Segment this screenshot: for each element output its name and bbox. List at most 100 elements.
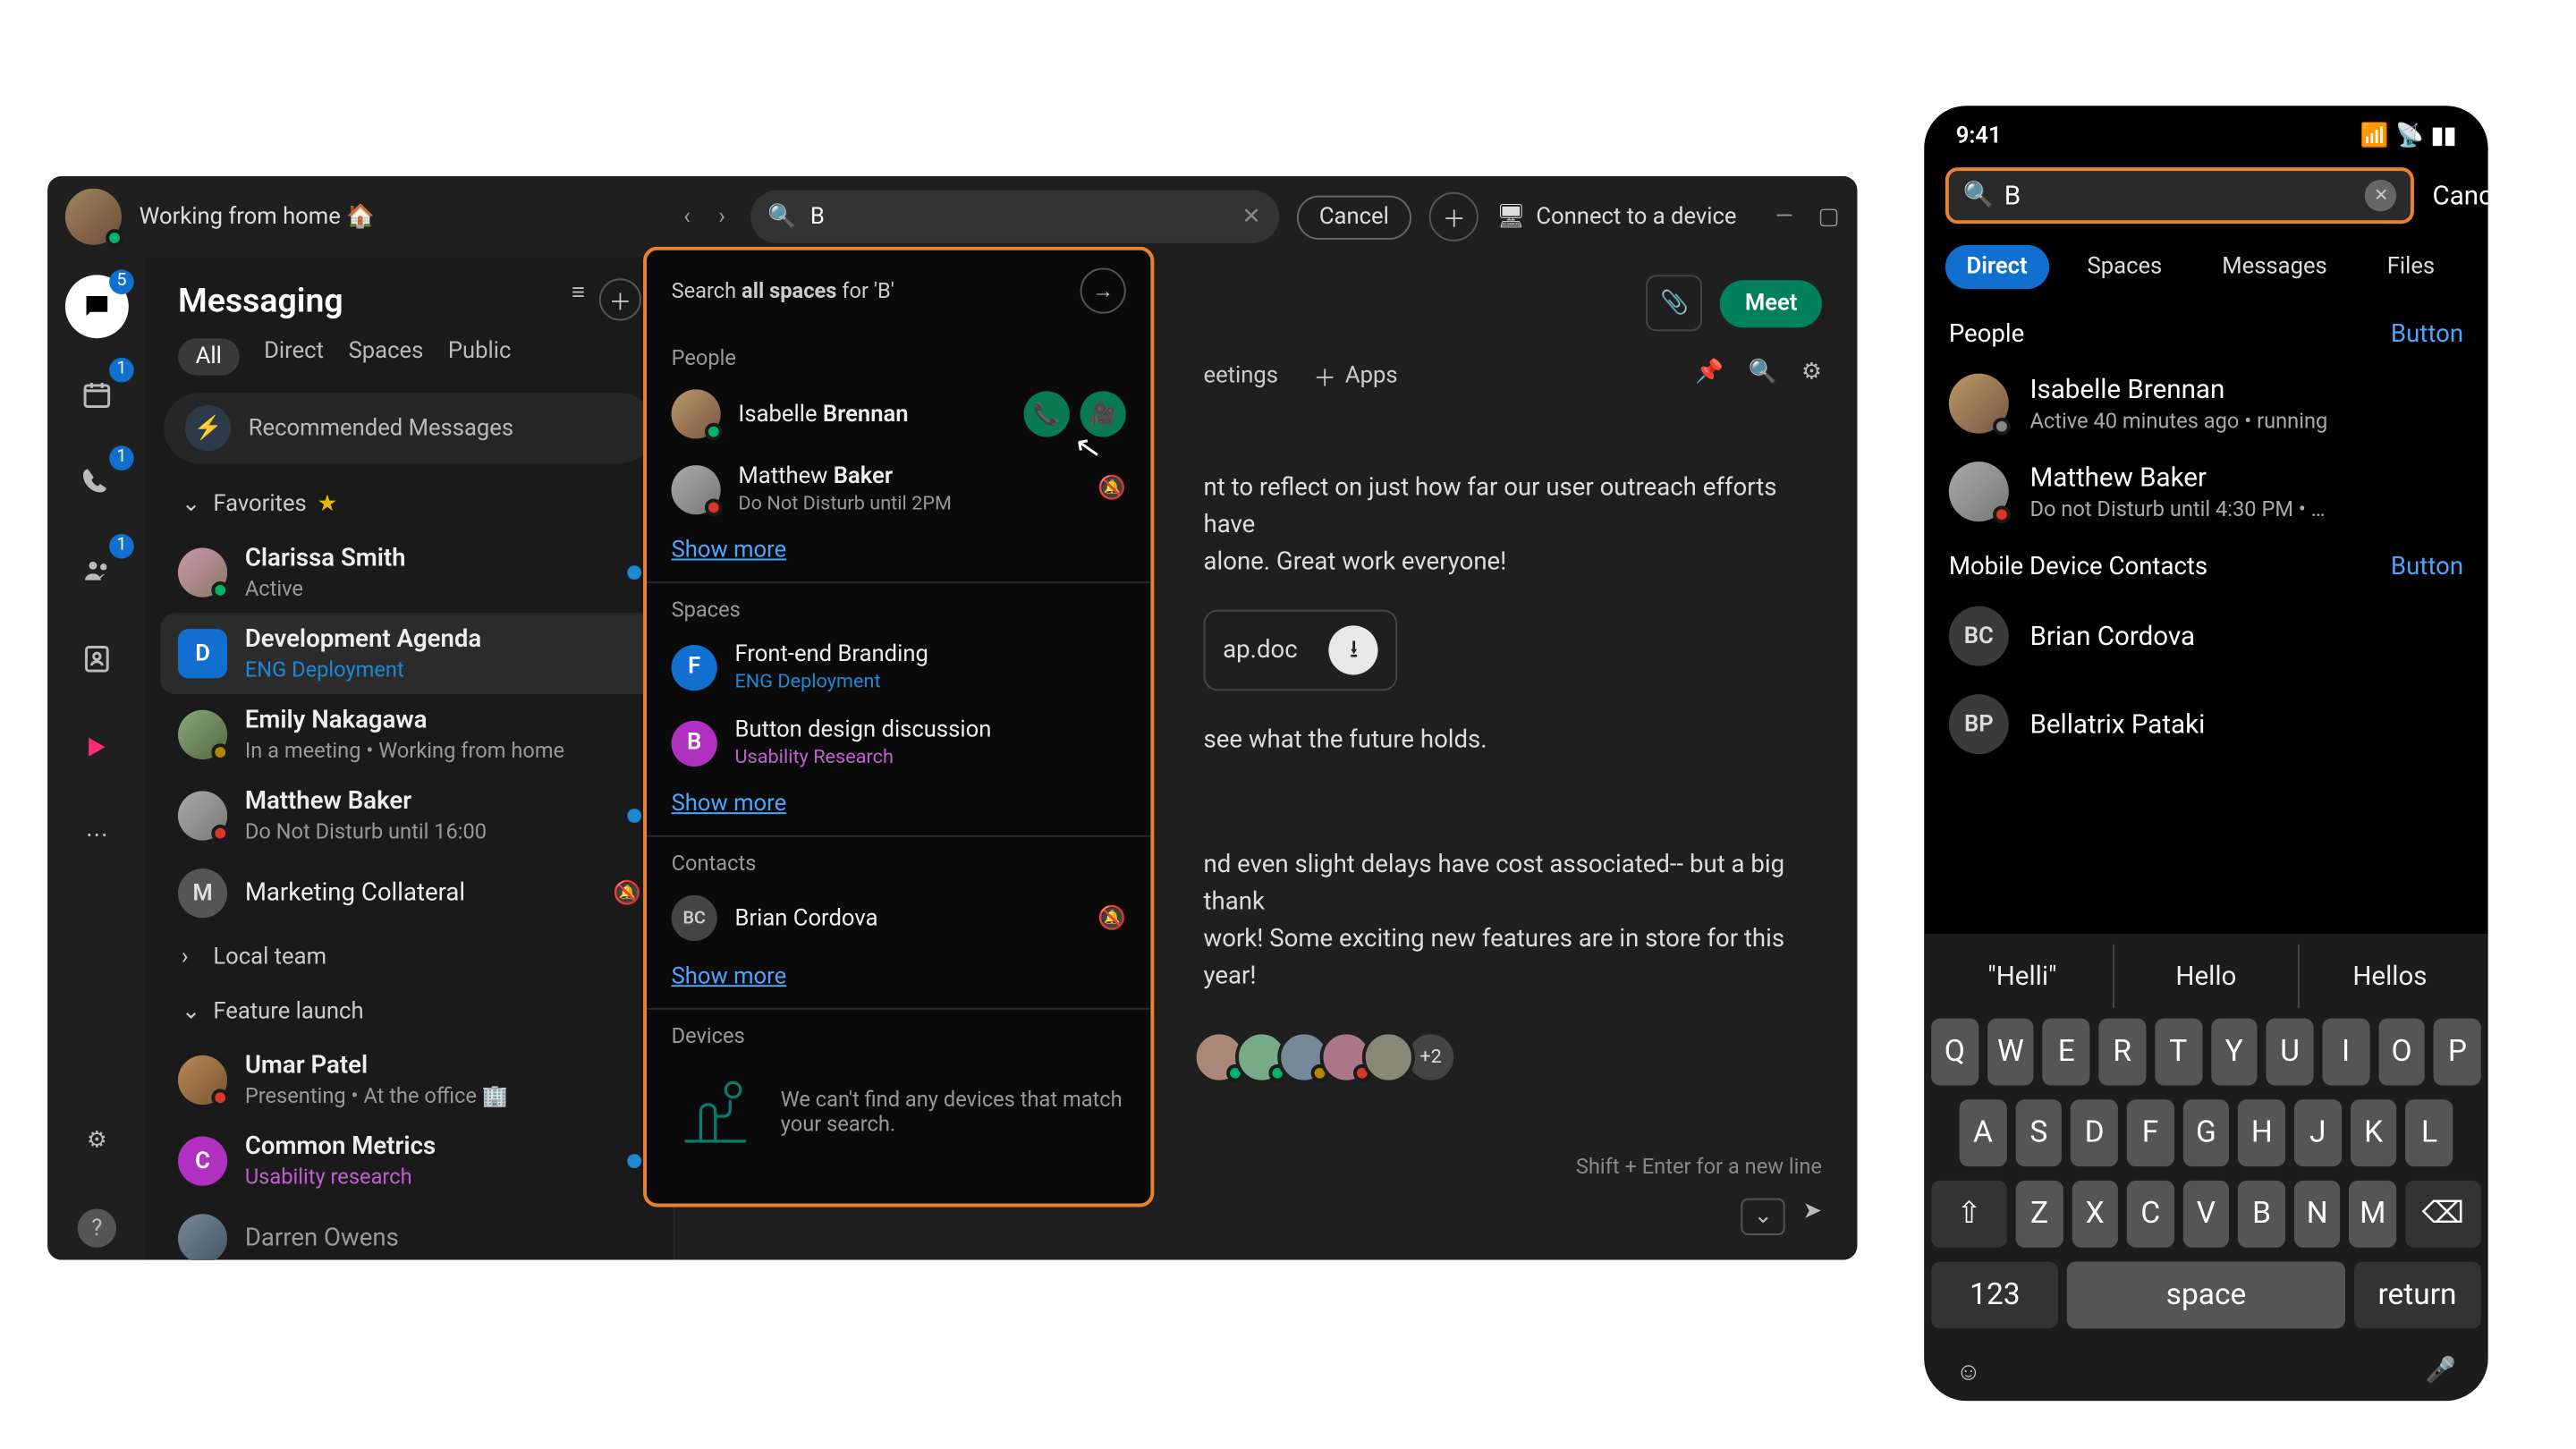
mobile-result[interactable]: Matthew BakerDo not Disturb until 4:30 P…	[1924, 447, 2487, 536]
mobile-result[interactable]: Isabelle BrennanActive 40 minutes ago • …	[1924, 360, 2487, 448]
recommended-messages[interactable]: ⚡ Recommended Messages	[164, 393, 656, 463]
key-k[interactable]: K	[2350, 1099, 2397, 1166]
key-a[interactable]: A	[1960, 1099, 2007, 1166]
list-item[interactable]: Emily NakagawaIn a meeting • Working fro…	[160, 694, 659, 775]
key-v[interactable]: V	[2182, 1181, 2229, 1248]
key-o[interactable]: O	[2378, 1019, 2426, 1086]
rail-settings[interactable]: ⚙	[65, 1108, 129, 1172]
file-attachment[interactable]: ap.doc ⭳	[1204, 610, 1398, 691]
rail-calls[interactable]: 1	[65, 451, 129, 514]
nav-forward-icon[interactable]: ›	[711, 197, 732, 237]
compose-button[interactable]: ＋	[599, 278, 641, 320]
kb-sugg-item[interactable]: Hellos	[2299, 945, 2481, 1008]
m-section-button[interactable]: Button	[2391, 554, 2463, 582]
attach-button[interactable]: 📎	[1647, 275, 1703, 331]
key-b[interactable]: B	[2238, 1181, 2284, 1248]
tab-meetings[interactable]: eetings	[1204, 360, 1279, 393]
mtab-spaces[interactable]: Spaces	[2066, 245, 2183, 289]
list-item[interactable]: C Common MetricsUsability research	[160, 1121, 659, 1202]
rail-messaging[interactable]: 5	[65, 275, 129, 338]
key-j[interactable]: J	[2294, 1099, 2342, 1166]
key-g[interactable]: G	[2182, 1099, 2230, 1166]
rail-help[interactable]: ?	[65, 1197, 129, 1260]
emoji-icon[interactable]: ☺	[1956, 1357, 1981, 1386]
tab-public[interactable]: Public	[448, 338, 512, 375]
key-r[interactable]: R	[2098, 1019, 2146, 1086]
key-x[interactable]: X	[2072, 1181, 2118, 1248]
mtab-files[interactable]: Files	[2366, 245, 2456, 289]
key-l[interactable]: L	[2406, 1099, 2453, 1166]
list-item[interactable]: Clarissa SmithActive	[160, 532, 659, 614]
key-n[interactable]: N	[2294, 1181, 2341, 1248]
search-input-container[interactable]: 🔍 ✕	[750, 191, 1279, 243]
search-result-person[interactable]: Matthew BakerDo Not Disturb until 2PM 🔕	[647, 451, 1150, 527]
key-y[interactable]: Y	[2210, 1019, 2258, 1086]
audio-call-icon[interactable]: 📞	[1024, 391, 1070, 436]
key-return[interactable]: return	[2353, 1262, 2481, 1329]
section-local[interactable]: ›Local team	[160, 930, 659, 985]
key-p[interactable]: P	[2434, 1019, 2481, 1086]
rail-app[interactable]	[65, 716, 129, 779]
show-more-link[interactable]: Show more	[647, 781, 1150, 835]
list-item[interactable]: D Development AgendaENG Deployment	[160, 614, 659, 695]
mtab-messages[interactable]: Messages	[2201, 245, 2349, 289]
show-more-link[interactable]: Show more	[647, 953, 1150, 1008]
key-u[interactable]: U	[2267, 1019, 2314, 1086]
search-result-space[interactable]: B Button design discussionUsability Rese…	[647, 705, 1150, 781]
clear-icon[interactable]: ✕	[2366, 180, 2397, 211]
download-icon[interactable]: ⭳	[1329, 625, 1378, 674]
user-avatar[interactable]	[65, 189, 122, 245]
nav-back-icon[interactable]: ‹	[676, 197, 697, 237]
mtab-direct[interactable]: Direct	[1945, 245, 2048, 289]
tab-apps[interactable]: ＋ Apps	[1313, 360, 1397, 393]
expand-icon[interactable]: ⌄	[1741, 1199, 1785, 1235]
key-q[interactable]: Q	[1931, 1019, 1979, 1086]
key-t[interactable]: T	[2155, 1019, 2202, 1086]
key-h[interactable]: H	[2239, 1099, 2286, 1166]
rail-more[interactable]: ⋯	[65, 803, 129, 867]
search-input[interactable]	[810, 204, 1228, 231]
clear-search-icon[interactable]: ✕	[1241, 204, 1260, 231]
list-item[interactable]: M Marketing Collateral 🔕	[160, 856, 659, 930]
key-w[interactable]: W	[1987, 1019, 2035, 1086]
section-feature[interactable]: ⌄Feature launch	[160, 985, 659, 1039]
key-m[interactable]: M	[2350, 1181, 2396, 1248]
kb-sugg-item[interactable]: "Helli"	[1931, 945, 2115, 1008]
search-result-space[interactable]: F Front-end BrandingENG Deployment	[647, 629, 1150, 705]
meet-button[interactable]: Meet	[1720, 279, 1822, 326]
search-result-contact[interactable]: BC Brian Cordova 🔕	[647, 883, 1150, 953]
key-shift[interactable]: ⇧	[1931, 1181, 2007, 1248]
settings-icon[interactable]: ⚙	[1801, 360, 1822, 386]
mobile-search-container[interactable]: 🔍 ✕	[1945, 167, 2415, 224]
kb-sugg-item[interactable]: Hello	[2115, 945, 2300, 1008]
send-icon[interactable]: ➤	[1802, 1199, 1821, 1235]
add-button[interactable]: ＋	[1429, 192, 1479, 242]
mobile-result[interactable]: BC Brian Cordova	[1924, 592, 2487, 681]
search-in-space-icon[interactable]: 🔍	[1749, 360, 1777, 386]
connect-device[interactable]: 🖥 Connect to a device	[1496, 204, 1737, 231]
rail-teams[interactable]: 1	[65, 539, 129, 603]
rail-calendar[interactable]: 1	[65, 363, 129, 427]
key-s[interactable]: S	[2015, 1099, 2063, 1166]
list-item[interactable]: Umar PatelPresenting • At the office 🏢	[160, 1039, 659, 1121]
mobile-cancel-button[interactable]: Cancel	[2432, 180, 2487, 211]
key-f[interactable]: F	[2127, 1099, 2174, 1166]
pin-icon[interactable]: 📌	[1695, 360, 1724, 386]
key-i[interactable]: I	[2322, 1019, 2369, 1086]
key-123[interactable]: 123	[1931, 1262, 2059, 1329]
tab-spaces[interactable]: Spaces	[349, 338, 424, 375]
maximize-icon[interactable]: ▢	[1818, 204, 1839, 231]
tab-direct[interactable]: Direct	[264, 338, 324, 375]
key-c[interactable]: C	[2127, 1181, 2174, 1248]
mobile-result[interactable]: BP Bellatrix Pataki	[1924, 680, 2487, 768]
key-z[interactable]: Z	[2016, 1181, 2063, 1248]
key-e[interactable]: E	[2043, 1019, 2090, 1086]
minimize-icon[interactable]: —	[1775, 204, 1793, 231]
tab-all[interactable]: All	[178, 338, 240, 375]
show-more-link[interactable]: Show more	[647, 527, 1150, 581]
cancel-button[interactable]: Cancel	[1296, 195, 1411, 239]
mobile-search-input[interactable]	[2004, 180, 2355, 211]
key-d[interactable]: D	[2071, 1099, 2118, 1166]
m-section-button[interactable]: Button	[2391, 321, 2463, 350]
list-item[interactable]: Matthew BakerDo Not Disturb until 16:00	[160, 775, 659, 857]
